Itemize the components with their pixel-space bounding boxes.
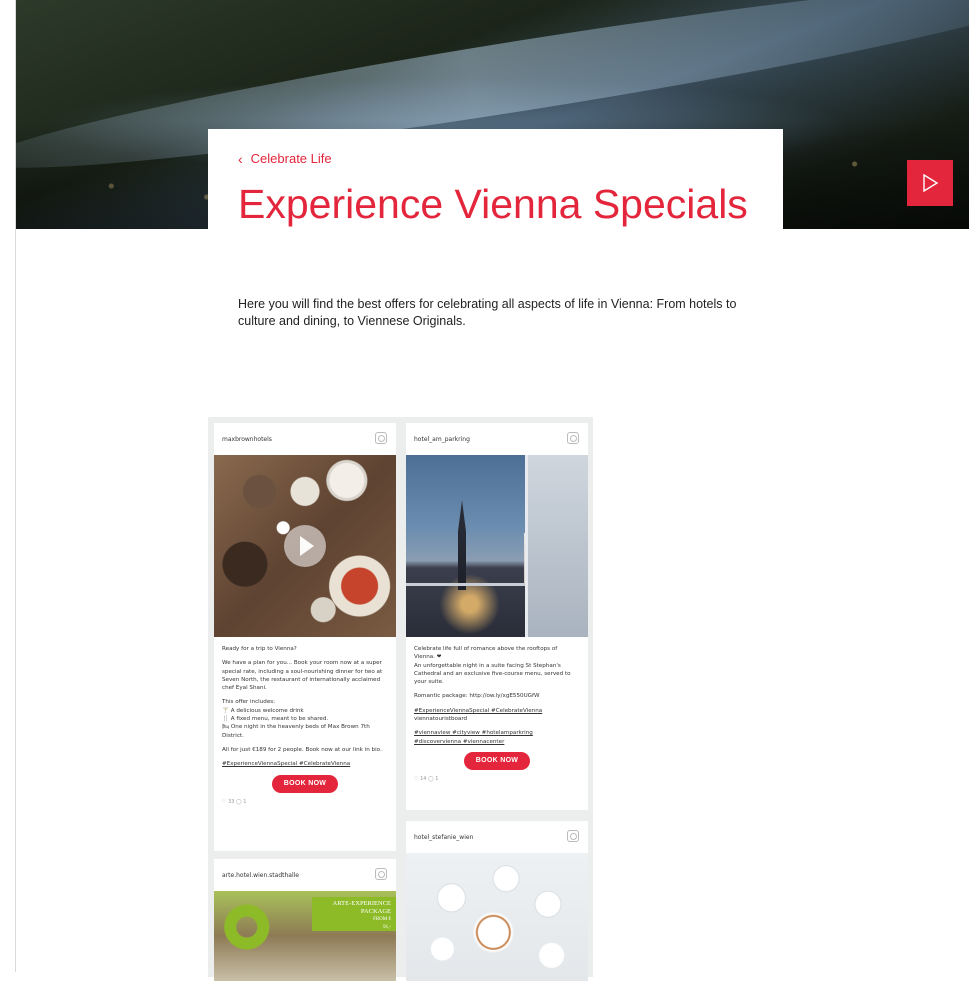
instagram-icon[interactable] [567,432,579,444]
play-arrow-icon [923,174,939,192]
book-now-button[interactable]: BOOK NOW [272,774,338,793]
instagram-icon[interactable] [375,868,387,880]
cathedral-spire [458,500,466,590]
video-play-icon[interactable] [284,525,326,567]
hashtags[interactable]: #viennaview #cityview #hotelamparkring #… [414,729,580,746]
hashtags[interactable]: #ExperienceViennaSpecial #CelebrateVienn… [414,708,542,714]
post-caption: Celebrate life full of romance above the… [406,637,588,746]
post-image[interactable] [406,853,588,981]
overlay-line: ARTE-EXPERIENCE [332,900,391,907]
post-image[interactable]: ARTE-EXPERIENCE PACKAGE FROM € 91,- [214,891,396,981]
post-username[interactable]: maxbrownhotels [222,436,272,443]
post-header: maxbrownhotels [214,423,396,455]
post-header: hotel_stefanie_wien [406,821,588,853]
caption-line: Celebrate life full of romance above the… [414,646,571,686]
hashtags-block: #ExperienceViennaSpecial #CelebrateVienn… [414,707,580,724]
feed-post-hotel-stefanie-wien: hotel_stefanie_wien [406,821,588,981]
chevron-left-icon: ‹ [238,150,243,167]
breadcrumb-label[interactable]: Celebrate Life [251,151,332,166]
caption-line: This offer includes: 🍸 A delicious welco… [222,699,370,739]
feed-post-arte-hotel: arte.hotel.wien.stadthalle ARTE-EXPERIEN… [214,859,396,981]
post-stats: ♡ 14 ◯ 1 [414,775,439,782]
caption-line: We have a plan for you... Book your room… [222,660,383,692]
book-now-button[interactable]: BOOK NOW [464,751,530,770]
mention[interactable]: viennatouristboard [414,716,467,722]
breadcrumb[interactable]: ‹ Celebrate Life [238,151,332,166]
caption-line: Ready for a trip to Vienna? [222,646,297,652]
next-slide-button[interactable] [907,160,953,206]
balcony-rail [406,583,528,586]
post-image[interactable] [214,455,396,637]
post-stats: ♡ 33 ◯ 1 [222,798,247,805]
intro-text: Here you will find the best offers for c… [238,297,737,328]
post-username[interactable]: hotel_stefanie_wien [414,834,473,841]
post-header: arte.hotel.wien.stadthalle [214,859,396,891]
feed-post-maxbrownhotels: maxbrownhotels Ready for a trip to Vienn… [214,423,396,851]
caption-line: Romantic package: http://ow.ly/xgE550UGf… [414,693,540,700]
post-username[interactable]: arte.hotel.wien.stadthalle [222,872,299,879]
overlay-line: 91,- [383,925,391,930]
post-header: hotel_am_parkring [406,423,588,455]
package-overlay: ARTE-EXPERIENCE PACKAGE FROM € 91,- [312,897,396,931]
balcony-wall [525,455,588,637]
overlay-line: FROM € [373,917,391,922]
post-image[interactable] [406,455,588,637]
feed-post-hotel-am-parkring: hotel_am_parkring Celebrate life full of… [406,423,588,810]
overlay-line: PACKAGE [360,908,391,915]
instagram-feed: maxbrownhotels Ready for a trip to Vienn… [208,417,593,981]
caption-line: All for just €189 for 2 people. Book now… [222,746,382,753]
post-caption: Ready for a trip to Vienna? We have a pl… [214,637,396,769]
hashtags[interactable]: #ExperienceViennaSpecial #CelebrateVienn… [222,760,388,768]
instagram-icon[interactable] [375,432,387,444]
instagram-icon[interactable] [567,830,579,842]
post-username[interactable]: hotel_am_parkring [414,436,470,443]
page-title: Experience Vienna Specials [238,181,748,227]
